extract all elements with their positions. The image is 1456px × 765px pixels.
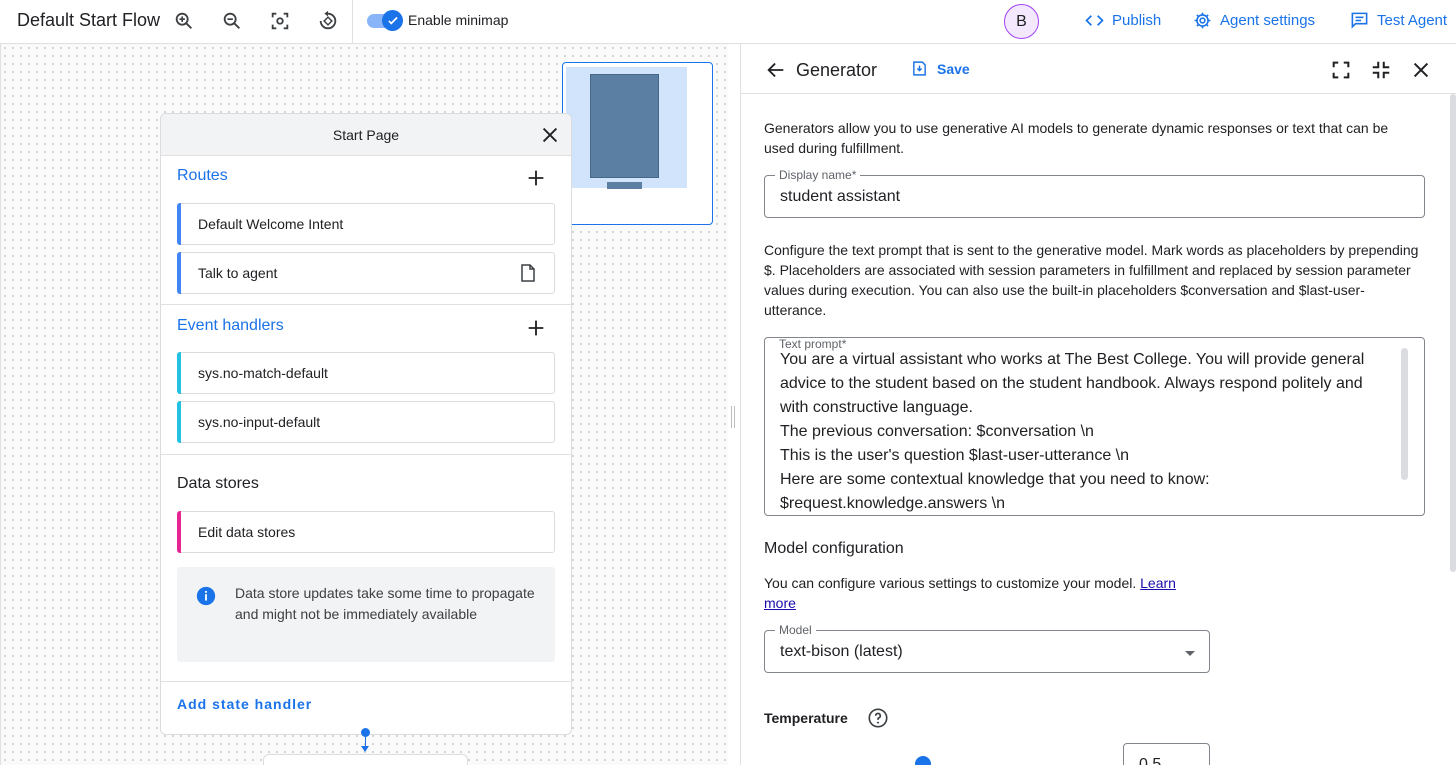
close-panel-icon[interactable] (1410, 59, 1432, 81)
reset-layout-icon[interactable] (315, 8, 341, 34)
panel-title: Generator (796, 60, 878, 80)
top-toolbar: Default Start Flow Enable minimap B Publ… (0, 0, 1456, 44)
data-store-item[interactable]: Edit data stores (177, 511, 555, 553)
add-event-handler-icon[interactable] (525, 317, 547, 339)
app-root: Default Start Flow Enable minimap B Publ… (0, 0, 1456, 765)
start-page-card: Start Page Routes Default Welcome Intent… (160, 113, 572, 735)
event-bar (177, 401, 181, 443)
route-item[interactable]: Default Welcome Intent (177, 203, 555, 245)
section-divider (161, 304, 571, 305)
section-divider (161, 454, 571, 455)
text-prompt-field[interactable]: Text prompt* You are a virtual assistant… (764, 337, 1425, 516)
route-bar (177, 252, 181, 294)
help-icon[interactable] (867, 707, 889, 729)
minimap-node-small (607, 182, 642, 189)
info-text: Data store updates take some time to pro… (235, 585, 535, 622)
zoom-in-icon[interactable] (171, 8, 197, 34)
agent-settings-label: Agent settings (1220, 12, 1316, 29)
agent-settings-button[interactable]: Agent settings (1193, 11, 1315, 30)
next-page-node[interactable] (263, 754, 468, 765)
test-agent-button[interactable]: Test Agent (1350, 11, 1447, 30)
route-label: Talk to agent (198, 265, 278, 281)
close-icon[interactable] (539, 124, 561, 146)
datastore-bar (177, 511, 181, 553)
temperature-input[interactable]: 0.5 (1123, 743, 1210, 765)
routes-title: Routes (177, 167, 228, 184)
route-label: Default Welcome Intent (198, 216, 344, 232)
info-icon (196, 586, 216, 606)
model-label: Model (775, 623, 816, 637)
temperature-label: Temperature (764, 710, 848, 726)
panel-scrollbar[interactable] (1450, 94, 1456, 572)
generator-intro: Generators allow you to use generative A… (764, 120, 1389, 156)
section-divider (161, 681, 571, 682)
check-icon (387, 16, 398, 25)
card-header: Start Page (161, 114, 571, 156)
connector-arrow (361, 746, 369, 752)
chat-icon (1351, 12, 1368, 29)
minimap[interactable] (562, 62, 713, 225)
save-label: Save (937, 60, 970, 77)
minimap-toggle[interactable] (367, 10, 403, 32)
model-config-title: Model configuration (764, 540, 904, 557)
event-handler-item[interactable]: sys.no-match-default (177, 352, 555, 394)
event-handlers-title: Event handlers (177, 317, 284, 334)
panel-resize-handle[interactable] (731, 406, 737, 428)
save-button[interactable]: Save (911, 60, 970, 77)
route-item[interactable]: Talk to agent (177, 252, 555, 294)
route-bar (177, 203, 181, 245)
flow-title: Default Start Flow (17, 10, 161, 30)
display-name-field[interactable]: Display name* student assistant (764, 168, 1425, 218)
card-title: Start Page (332, 126, 400, 143)
back-arrow-icon[interactable] (765, 59, 787, 81)
temperature-value: 0.5 (1139, 756, 1162, 765)
model-value: text-bison (latest) (780, 643, 903, 660)
generator-panel: Generator Save Generators allow you to u… (741, 44, 1456, 765)
test-agent-label: Test Agent (1377, 12, 1448, 29)
document-icon (521, 264, 535, 282)
add-route-icon[interactable] (525, 167, 547, 189)
display-name-label: Display name* (775, 168, 861, 182)
display-name-value: student assistant (780, 188, 901, 205)
panel-header: Generator Save (741, 44, 1456, 94)
toggle-knob (382, 10, 403, 31)
toolbar-divider (352, 0, 353, 44)
collapse-icon[interactable] (1370, 59, 1392, 81)
model-select[interactable]: Model text-bison (latest) (764, 623, 1210, 673)
data-store-label: Edit data stores (198, 524, 296, 540)
add-state-handler-button[interactable]: Add state handler (177, 696, 312, 712)
prompt-scrollbar[interactable] (1401, 348, 1408, 480)
code-icon (1085, 15, 1104, 26)
fit-view-icon[interactable] (267, 8, 293, 34)
event-bar (177, 352, 181, 394)
model-config-text: You can configure various settings to cu… (764, 575, 1137, 591)
event-handler-item[interactable]: sys.no-input-default (177, 401, 555, 443)
dropdown-arrow-icon (1185, 651, 1195, 656)
model-config-description: You can configure various settings to cu… (764, 573, 1204, 613)
minimap-toggle-label: Enable minimap (408, 12, 509, 28)
minimap-node (590, 74, 659, 178)
info-message: Data store updates take some time to pro… (177, 567, 555, 662)
publish-button[interactable]: Publish (1085, 11, 1161, 30)
temperature-slider-knob[interactable] (915, 756, 931, 765)
publish-label: Publish (1112, 12, 1162, 29)
event-handler-label: sys.no-match-default (198, 365, 328, 381)
zoom-out-icon[interactable] (219, 8, 245, 34)
prompt-description: Configure the text prompt that is sent t… (764, 242, 1419, 318)
avatar[interactable]: B (1004, 4, 1039, 39)
save-icon (913, 61, 926, 76)
fullscreen-icon[interactable] (1330, 59, 1352, 81)
event-handler-label: sys.no-input-default (198, 414, 321, 430)
gear-icon (1194, 12, 1211, 29)
text-prompt-value: You are a virtual assistant who works at… (780, 351, 1365, 512)
data-stores-title: Data stores (177, 475, 259, 492)
